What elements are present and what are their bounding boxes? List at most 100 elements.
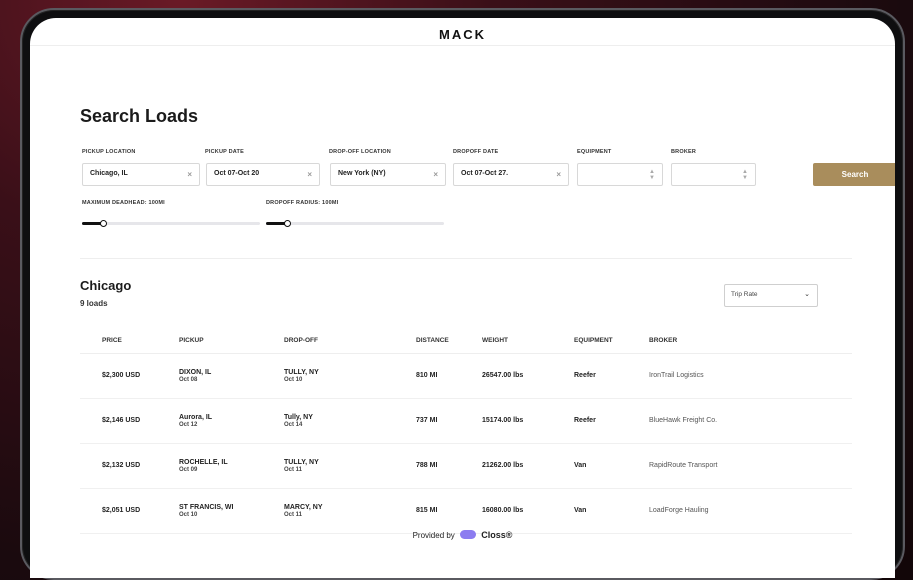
pickup-date-label: PICKUP DATE [205, 149, 244, 155]
slider-handle[interactable] [284, 220, 292, 227]
column-header-dropoff[interactable]: DROP-OFF [284, 329, 416, 354]
dropoff-radius-label: DROPOFF RADIUS: 100MI [266, 200, 339, 206]
distance-cell: 737 MI [416, 398, 482, 444]
dropoff-location-label: DROP-OFF LOCATION [329, 149, 391, 155]
brand-logo-icon [460, 530, 477, 539]
pickup-location-label: PICKUP LOCATION [82, 149, 136, 155]
dropoff-cell: MARCY, NY Oct 11 [284, 488, 416, 534]
chevron-down-icon: ⌄ [804, 291, 810, 298]
slider-handle[interactable] [100, 220, 108, 227]
brand-name[interactable]: Closs® [481, 530, 512, 540]
pickup-cell: ROCHELLE, IL Oct 09 [179, 443, 284, 489]
broker-cell: BlueHawk Freight Co. [649, 398, 852, 444]
page-title: Search Loads [80, 106, 199, 126]
broker-cell: IronTrail Logistics [649, 353, 852, 399]
price-cell: $2,146 USD [80, 398, 179, 444]
dropoff-date: Oct 14 [284, 421, 303, 428]
pickup-date-value: Oct 07-Oct 20 [214, 170, 260, 177]
broker-select[interactable]: ▲ ▼ [671, 163, 756, 186]
pickup-city: DIXON, IL [179, 368, 212, 376]
weight-cell: 16080.00 lbs [482, 488, 574, 534]
dropoff-cell: Tully, NY Oct 14 [284, 398, 416, 444]
dropoff-date-label: DROPOFF DATE [453, 149, 499, 155]
divider [80, 258, 852, 259]
dropoff-city: MARCY, NY [284, 503, 323, 511]
broker-cell: RapidRoute Transport [649, 443, 852, 489]
column-header-equipment[interactable]: EQUIPMENT [574, 329, 649, 354]
pickup-date: Oct 10 [179, 511, 198, 518]
column-header-broker[interactable]: BROKER [649, 329, 852, 354]
max-deadhead-label: MAXIMUM DEADHEAD: 100MI [82, 200, 165, 206]
screen: MACK Search Loads PICKUP LOCATION PICKUP… [30, 18, 895, 578]
weight-cell: 15174.00 lbs [482, 398, 574, 444]
dropoff-date-input[interactable]: Oct 07-Oct 27. × [453, 163, 569, 186]
dropoff-cell: TULLY, NY Oct 10 [284, 353, 416, 399]
mack-logo[interactable]: MACK [30, 27, 895, 42]
results-group-title: Chicago [80, 278, 132, 293]
clear-icon[interactable]: × [556, 170, 561, 179]
equipment-cell: Reefer [574, 398, 649, 444]
pickup-city: ST FRANCIS, WI [179, 503, 234, 511]
sort-value: Trip Rate [731, 291, 758, 298]
clear-icon[interactable]: × [187, 170, 192, 179]
tablet-frame: MACK Search Loads PICKUP LOCATION PICKUP… [20, 8, 905, 580]
sort-select[interactable]: Trip Rate ⌄ [724, 284, 818, 307]
pickup-date: Oct 08 [179, 376, 198, 383]
broker-cell: LoadForge Hauling [649, 488, 852, 534]
pickup-location-input[interactable]: Chicago, IL × [82, 163, 200, 186]
select-arrows-icon: ▲ ▼ [742, 169, 748, 181]
distance-cell: 788 MI [416, 443, 482, 489]
footer: Provided by Closs® [30, 530, 895, 540]
equipment-cell: Van [574, 488, 649, 534]
column-header-price[interactable]: PRICE [80, 329, 179, 354]
pickup-date: Oct 12 [179, 421, 198, 428]
table-header-row: PRICE PICKUP DROP-OFF DISTANCE WEIGHT EQ… [80, 329, 852, 354]
pickup-date: Oct 09 [179, 466, 198, 473]
max-deadhead-slider[interactable] [82, 220, 260, 227]
pickup-cell: DIXON, IL Oct 08 [179, 353, 284, 399]
price-cell: $2,132 USD [80, 443, 179, 489]
results-table: PRICE PICKUP DROP-OFF DISTANCE WEIGHT EQ… [80, 329, 852, 534]
equipment-cell: Van [574, 443, 649, 489]
table-row[interactable]: $2,132 USD ROCHELLE, IL Oct 09 TULLY, NY O… [80, 443, 852, 489]
table-row[interactable]: $2,146 USD Aurora, IL Oct 12 Tully, NY Oct… [80, 398, 852, 444]
table-row[interactable]: $2,300 USD DIXON, IL Oct 08 TULLY, NY Oct … [80, 353, 852, 399]
column-header-distance[interactable]: DISTANCE [416, 329, 482, 354]
column-header-weight[interactable]: WEIGHT [482, 329, 574, 354]
equipment-label: EQUIPMENT [577, 149, 612, 155]
weight-cell: 26547.00 lbs [482, 353, 574, 399]
price-cell: $2,051 USD [80, 488, 179, 534]
equipment-cell: Reefer [574, 353, 649, 399]
column-header-pickup[interactable]: PICKUP [179, 329, 284, 354]
search-button[interactable]: Search [813, 163, 895, 186]
select-arrows-icon: ▲ ▼ [649, 169, 655, 181]
pickup-location-value: Chicago, IL [90, 170, 128, 177]
dropoff-date: Oct 11 [284, 511, 303, 518]
clear-icon[interactable]: × [307, 170, 312, 179]
dropoff-city: Tully, NY [284, 413, 313, 421]
top-bar: MACK [30, 18, 895, 46]
dropoff-date: Oct 10 [284, 376, 303, 383]
dropoff-date-value: Oct 07-Oct 27. [461, 170, 509, 177]
dropoff-radius-slider[interactable] [266, 220, 444, 227]
dropoff-location-input[interactable]: New York (NY) × [330, 163, 446, 186]
provided-by-text: Provided by [412, 531, 455, 540]
dropoff-location-value: New York (NY) [338, 170, 386, 177]
distance-cell: 810 MI [416, 353, 482, 399]
weight-cell: 21262.00 lbs [482, 443, 574, 489]
dropoff-cell: TULLY, NY Oct 11 [284, 443, 416, 489]
broker-label: BROKER [671, 149, 697, 155]
distance-cell: 815 MI [416, 488, 482, 534]
pickup-city: Aurora, IL [179, 413, 213, 421]
price-cell: $2,300 USD [80, 353, 179, 399]
pickup-cell: ST FRANCIS, WI Oct 10 [179, 488, 284, 534]
table-row[interactable]: $2,051 USD ST FRANCIS, WI Oct 10 MARCY, N… [80, 488, 852, 534]
dropoff-city: TULLY, NY [284, 368, 319, 376]
dropoff-date: Oct 11 [284, 466, 303, 473]
clear-icon[interactable]: × [433, 170, 438, 179]
pickup-cell: Aurora, IL Oct 12 [179, 398, 284, 444]
equipment-select[interactable]: ▲ ▼ [577, 163, 663, 186]
results-count: 9 loads [80, 299, 108, 308]
pickup-city: ROCHELLE, IL [179, 458, 228, 466]
pickup-date-input[interactable]: Oct 07-Oct 20 × [206, 163, 320, 186]
